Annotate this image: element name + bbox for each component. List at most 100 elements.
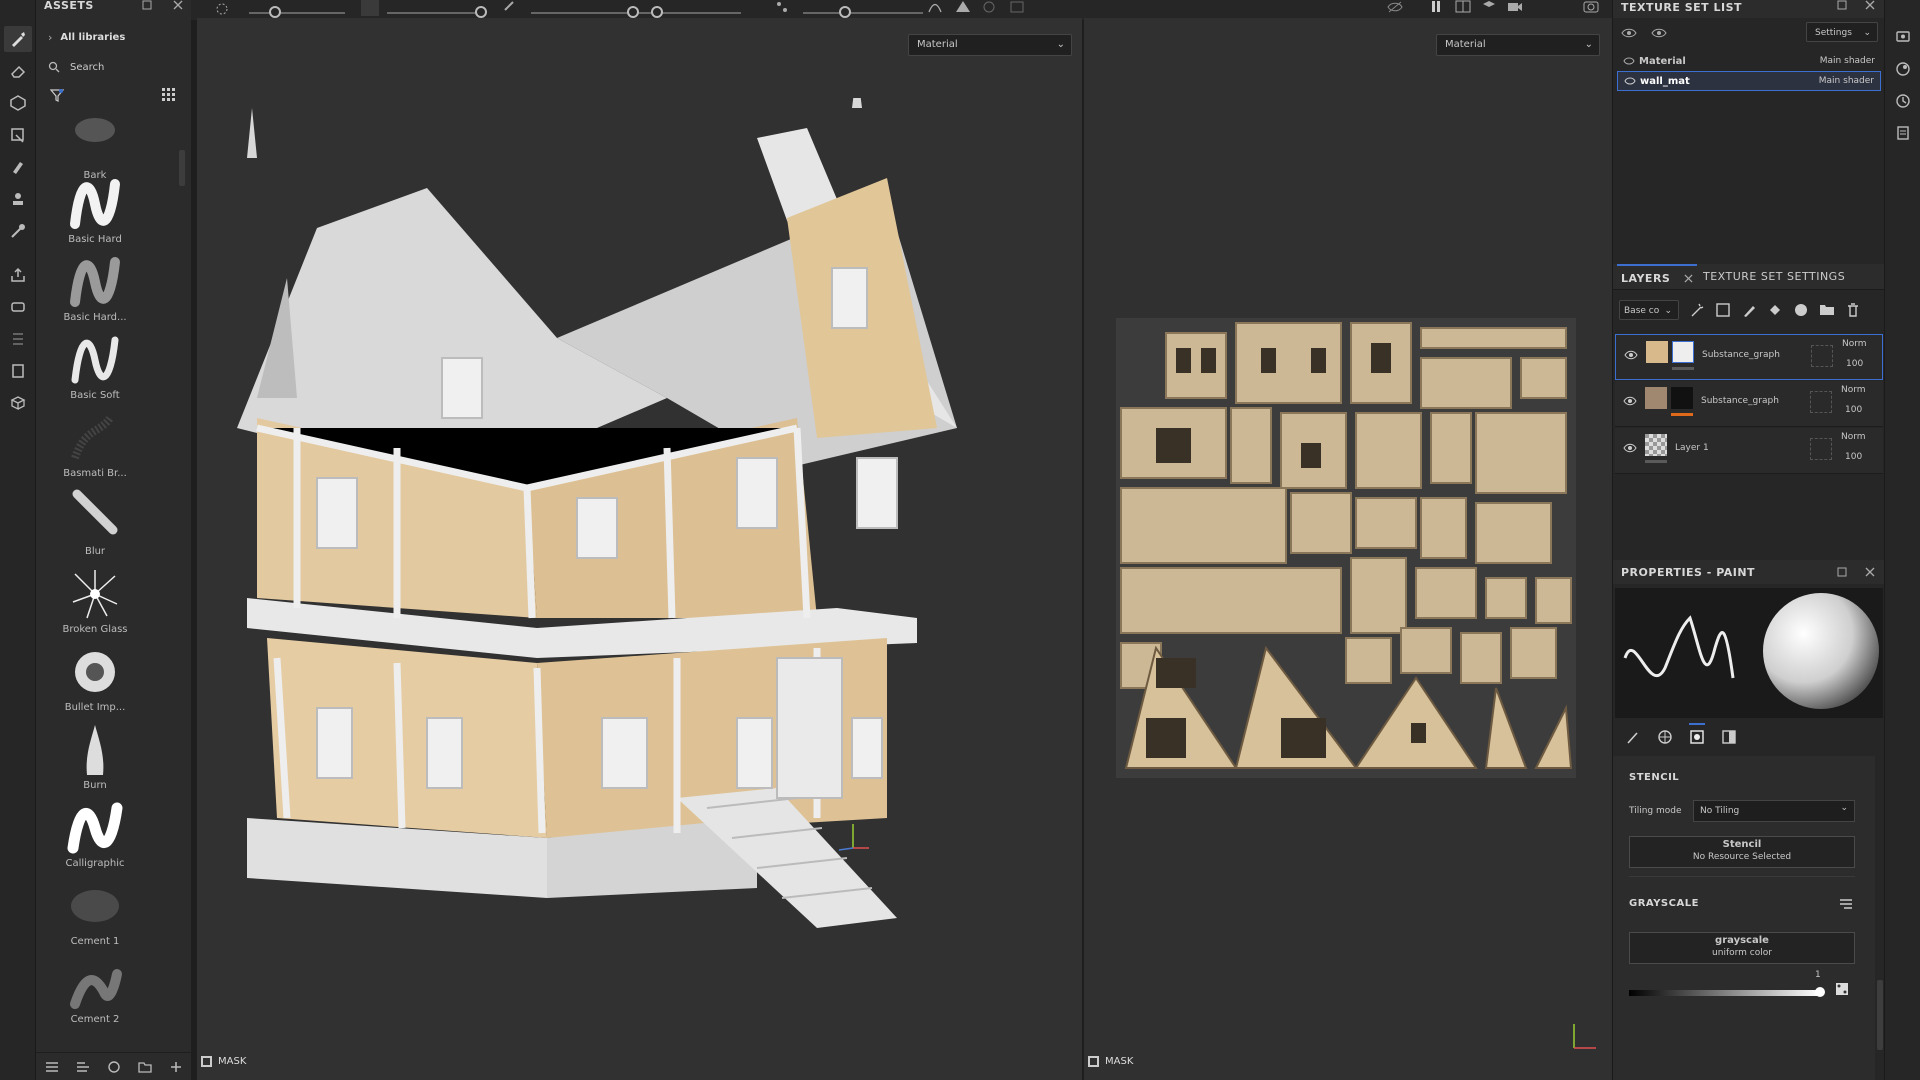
stencil-resource-button[interactable]: Stencil No Resource Selected [1629,836,1855,868]
stroke-opacity-icon[interactable] [503,0,515,12]
brush-blur[interactable]: Blur [36,486,154,557]
pen-pressure-icon[interactable] [981,0,997,14]
viewport-2d-mask-toggle[interactable]: MASK [1088,1056,1133,1067]
eye-icon[interactable] [1623,56,1635,66]
brush-basmati[interactable]: Basmati Br... [36,408,154,479]
layer-opacity[interactable]: 100 [1845,405,1862,415]
size-slider-knob[interactable] [269,6,281,18]
house-3d-model[interactable] [197,98,1082,998]
eye-icon[interactable] [1624,349,1638,361]
viewport-3d-mask-toggle[interactable]: MASK [201,1056,246,1067]
add-icon[interactable] [169,1060,183,1074]
brush-bullet-impact[interactable]: Bullet Imp... [36,642,154,713]
breadcrumb[interactable]: › All libraries [40,27,186,47]
camera-visibility-icon[interactable] [1387,0,1403,14]
list-view-icon[interactable] [45,1060,59,1074]
viewport-3d[interactable]: Material ⌄ MASK [197,18,1082,1080]
3d-view-icon[interactable] [1481,0,1497,14]
filter-icon[interactable] [50,88,64,102]
brush-cement-2[interactable]: Cement 2 [36,954,154,1025]
texture-set-row-selected[interactable]: wall_mat Main shader [1617,71,1881,91]
cube-icon[interactable] [4,390,32,416]
opacity-slider-knob[interactable] [627,6,639,18]
layer-mask-thumb[interactable] [1671,387,1693,409]
add-fill-layer-icon[interactable] [1767,302,1783,318]
layer-row[interactable]: Substance_graph Norm 100 [1615,334,1883,380]
layer-blend-mode[interactable]: Norm [1841,432,1866,442]
brush-broken-glass[interactable]: Broken Glass [36,564,154,635]
brush-burn[interactable]: Burn [36,720,154,791]
eye-icon[interactable] [1623,395,1637,407]
brush-tab-icon[interactable] [1625,729,1641,745]
flow-slider-knob[interactable] [475,6,487,18]
close-icon[interactable] [1684,273,1693,283]
camera-icon[interactable] [1507,0,1523,14]
sort-icon[interactable] [76,1060,90,1074]
close-icon[interactable] [1865,567,1875,577]
layer-mask-thumb[interactable] [1672,341,1694,363]
texture-set-row[interactable]: Material Main shader [1617,51,1881,71]
spacing-slider-knob[interactable] [651,6,663,18]
delete-layer-icon[interactable] [1845,302,1861,318]
uv-texture-map[interactable] [1116,318,1576,778]
mirror-icon[interactable] [955,0,971,14]
undock-icon[interactable] [1837,567,1847,577]
bake-icon[interactable] [4,294,32,320]
grayscale-slider[interactable] [1629,990,1819,996]
export-icon[interactable] [4,262,32,288]
brush-basic-hard-2[interactable]: Basic Hard... [36,252,154,323]
undock-icon[interactable] [1837,0,1847,10]
random-icon[interactable] [1835,982,1849,996]
tab-layers[interactable]: LAYERS [1617,264,1697,290]
grayscale-slider-knob[interactable] [1815,987,1825,997]
refresh-icon[interactable] [107,1060,121,1074]
clone-icon[interactable] [4,186,32,212]
pause-icon[interactable] [1429,0,1443,14]
channel-dropdown[interactable]: Base co ⌄ [1619,300,1679,320]
screenshot-icon[interactable] [1583,0,1599,14]
eye-icon[interactable] [1651,26,1667,40]
gradient-tab-icon[interactable] [1721,729,1737,745]
layer-blend-mode[interactable]: Norm [1841,385,1866,395]
add-mask-icon[interactable] [1715,302,1731,318]
lazy-mouse-icon[interactable] [927,0,943,14]
brush-settings-icon[interactable] [215,2,229,16]
history-icon[interactable] [1889,88,1917,114]
layer-row[interactable]: Layer 1 Norm 100 [1615,428,1883,474]
color-picker-icon[interactable] [4,218,32,244]
grid-view-icon[interactable] [162,88,176,102]
log-icon[interactable] [1889,120,1917,146]
layer-blend-mode[interactable]: Norm [1842,339,1867,349]
viewport-2d-channel-dropdown[interactable]: Material ⌄ [1436,34,1600,56]
options-icon[interactable] [1839,898,1853,910]
add-paint-layer-icon[interactable] [1741,302,1757,318]
search-input[interactable]: Search [40,57,186,77]
flow-icon[interactable] [361,0,379,16]
layer-row[interactable]: Substance_graph Norm 100 [1615,381,1883,427]
tab-texture-set-settings[interactable]: TEXTURE SET SETTINGS [1703,270,1845,283]
eye-icon[interactable] [1623,442,1637,454]
texture-set-visibility-icon[interactable] [1621,26,1637,40]
close-icon[interactable] [1865,0,1875,10]
document-icon[interactable] [4,358,32,384]
tiling-mode-select[interactable]: No Tiling ⌄ [1693,800,1855,822]
smudge-icon[interactable] [4,154,32,180]
brush-bark[interactable]: Bark [36,118,154,181]
display-settings-icon[interactable] [1889,24,1917,50]
settings-dropdown[interactable]: Settings ⌄ [1806,22,1878,42]
stencil-tab-icon[interactable] [1689,723,1705,745]
add-smart-material-icon[interactable] [1793,302,1809,318]
split-view-icon[interactable] [1455,0,1471,14]
projection-icon[interactable] [4,90,32,116]
folder-icon[interactable] [137,1060,152,1074]
jitter-slider-track[interactable] [803,12,923,14]
close-icon[interactable] [173,0,183,10]
symmetry-icon[interactable] [775,0,789,14]
shader-settings-icon[interactable] [1889,56,1917,82]
layer-opacity[interactable]: 100 [1846,359,1863,369]
projection-mode-icon[interactable] [1009,0,1025,14]
undock-icon[interactable] [142,0,152,10]
layer-opacity[interactable]: 100 [1845,452,1862,462]
paint-brush-icon[interactable] [4,26,32,52]
brush-basic-hard[interactable]: Basic Hard [36,174,154,245]
